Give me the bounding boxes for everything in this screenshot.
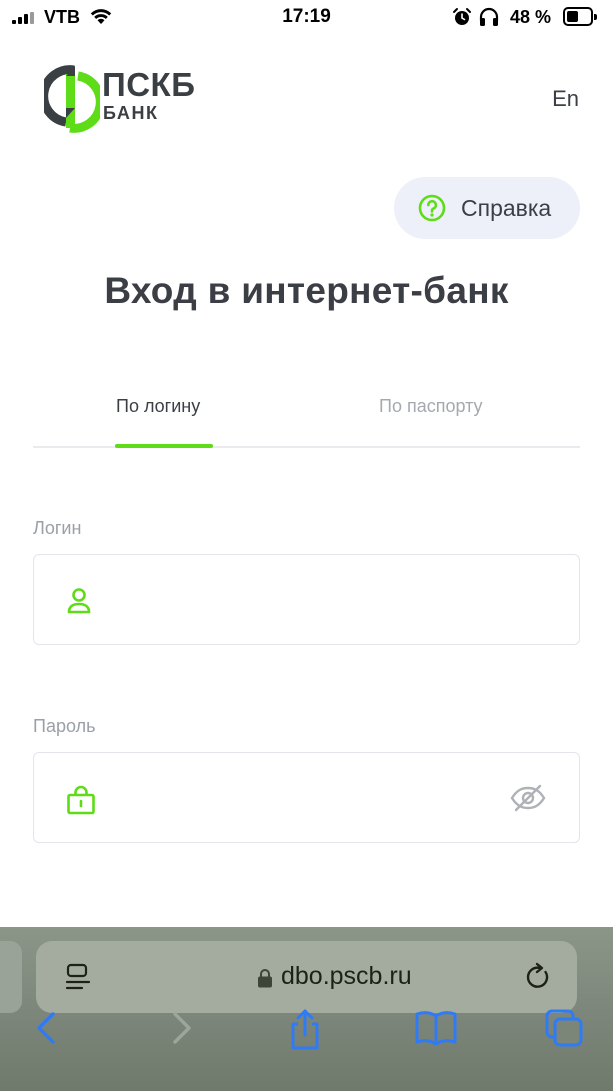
tabs-overview-icon[interactable]	[544, 1008, 584, 1048]
status-bar: VTB 17:19 48 %	[0, 0, 613, 34]
headphones-icon	[478, 7, 500, 32]
logo-subtext: БАНК	[103, 103, 159, 123]
page-menu-icon[interactable]	[65, 963, 91, 996]
previous-tab-preview[interactable]	[0, 941, 22, 1013]
reload-icon[interactable]	[523, 962, 553, 997]
question-circle-icon	[418, 194, 446, 227]
bank-logo[interactable]: ПСКБ БАНК	[44, 64, 204, 134]
bookmarks-icon[interactable]	[414, 1008, 457, 1048]
active-tab-indicator	[115, 444, 213, 448]
auth-method-tabs: По логину По паспорту	[33, 380, 580, 448]
tab-login[interactable]: По логину	[116, 396, 200, 417]
password-input[interactable]	[114, 778, 514, 818]
login-field[interactable]	[33, 554, 580, 645]
forward-button[interactable]	[160, 1008, 200, 1048]
secure-lock-icon	[257, 968, 273, 993]
password-field[interactable]	[33, 752, 580, 843]
back-button[interactable]	[28, 1008, 68, 1048]
login-input[interactable]	[114, 580, 514, 620]
language-switch-link[interactable]: En	[552, 86, 579, 112]
help-button-label: Справка	[461, 195, 552, 221]
eye-slash-icon[interactable]	[510, 784, 546, 817]
login-label: Логин	[33, 518, 82, 538]
page-title: Вход в интернет-банк	[104, 270, 509, 311]
password-label: Пароль	[33, 716, 96, 736]
share-button[interactable]	[285, 1008, 325, 1050]
tab-passport[interactable]: По паспорту	[379, 396, 483, 417]
url-text: dbo.pscb.ru	[281, 962, 412, 990]
user-icon	[66, 587, 92, 620]
lock-icon	[66, 785, 96, 820]
help-button[interactable]: Справка	[394, 177, 580, 239]
alarm-icon	[452, 7, 472, 32]
battery-percent: 48 %	[510, 7, 552, 27]
battery-icon	[563, 7, 597, 26]
logo-text: ПСКБ	[102, 66, 196, 103]
battery-level-fill	[567, 11, 578, 22]
address-bar[interactable]: dbo.pscb.ru	[36, 941, 577, 1013]
logo-mark-icon	[44, 65, 100, 133]
